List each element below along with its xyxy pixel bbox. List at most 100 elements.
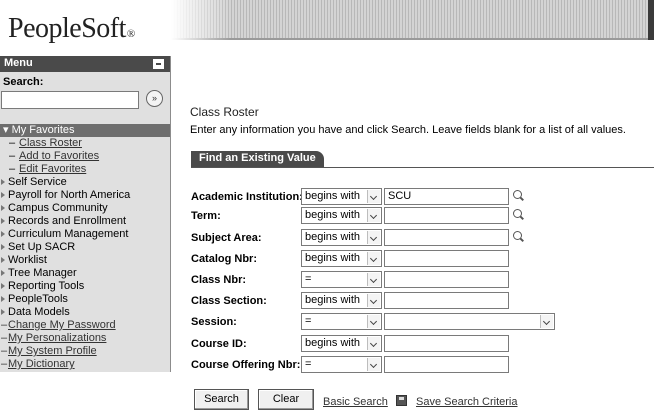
triangle-right-icon	[1, 257, 5, 263]
tab-underline	[191, 167, 654, 168]
field-label: Academic Institution:	[191, 191, 303, 203]
field-label: Session:	[191, 316, 237, 328]
menu-link-item: My System Profile	[0, 345, 170, 358]
triangle-right-icon	[1, 296, 5, 302]
menu-folder-item[interactable]: Data Models	[0, 306, 170, 319]
menu-folder-label: Tree Manager	[8, 267, 77, 279]
chevron-down-icon[interactable]	[367, 252, 380, 265]
menu-folder-label: Reporting Tools	[8, 280, 85, 292]
header-banner	[171, 0, 654, 40]
menu-folder-label: Payroll for North America	[8, 189, 131, 201]
favorite-link[interactable]: Class Roster	[19, 137, 82, 149]
operator-select[interactable]: begins with	[301, 229, 382, 246]
chevron-down-icon[interactable]	[367, 273, 380, 286]
criteria-input[interactable]	[384, 356, 509, 373]
operator-value: begins with	[305, 337, 361, 349]
field-label: Course ID:	[191, 338, 247, 350]
menu-folder-item[interactable]: Curriculum Management	[0, 228, 170, 241]
operator-select[interactable]: begins with	[301, 250, 382, 267]
field-label: Term:	[191, 210, 221, 222]
operator-select[interactable]: begins with	[301, 335, 382, 352]
chevron-down-icon[interactable]	[540, 315, 553, 328]
criteria-input[interactable]	[384, 335, 509, 352]
my-favorites-header[interactable]: ▾ My Favorites	[0, 124, 170, 137]
chevron-down-icon[interactable]	[367, 337, 380, 350]
magnifier-icon[interactable]	[513, 209, 525, 221]
triangle-right-icon	[1, 192, 5, 198]
menu-folder-item[interactable]: Campus Community	[0, 202, 170, 215]
operator-select[interactable]: =	[301, 271, 382, 288]
magnifier-icon[interactable]	[513, 190, 525, 202]
tab-find-existing-value[interactable]: Find an Existing Value	[191, 151, 324, 167]
menu-search-input[interactable]	[1, 91, 139, 109]
menu-link-list: Change My PasswordMy PersonalizationsMy …	[0, 319, 170, 371]
criteria-input[interactable]: SCU	[384, 188, 509, 205]
favorite-item: Class Roster	[0, 137, 170, 150]
menu-sidebar: Menu Search: » ▾ My Favorites Class Rost…	[0, 56, 171, 372]
menu-folder-item[interactable]: PeopleTools	[0, 293, 170, 306]
criteria-input[interactable]	[384, 207, 509, 224]
menu-folder-item[interactable]: Self Service	[0, 176, 170, 189]
operator-select[interactable]: begins with	[301, 292, 382, 309]
search-button[interactable]: Search	[194, 389, 249, 410]
menu-folder-label: PeopleTools	[8, 293, 68, 305]
triangle-right-icon	[1, 309, 5, 315]
criteria-input[interactable]	[384, 292, 509, 309]
page-instructions: Enter any information you have and click…	[190, 124, 626, 136]
header-edge	[648, 0, 654, 40]
operator-select[interactable]: begins with	[301, 188, 382, 205]
menu-folder-item[interactable]: Set Up SACR	[0, 241, 170, 254]
menu-link-item: My Personalizations	[0, 332, 170, 345]
chevron-down-icon[interactable]	[367, 190, 380, 203]
favorite-item: Edit Favorites	[0, 163, 170, 176]
field-label: Class Section:	[191, 295, 267, 307]
triangle-right-icon	[1, 270, 5, 276]
menu-title: Menu	[4, 57, 33, 69]
chevron-down-icon[interactable]	[367, 294, 380, 307]
chevron-down-icon[interactable]	[367, 358, 380, 371]
page-title: Class Roster	[190, 105, 259, 119]
menu-link[interactable]: My Dictionary	[8, 358, 75, 370]
favorites-list: Class RosterAdd to FavoritesEdit Favorit…	[0, 137, 170, 176]
triangle-right-icon	[1, 283, 5, 289]
menu-folder-label: Data Models	[8, 306, 70, 318]
menu-folder-label: Records and Enrollment	[8, 215, 127, 227]
double-chevron-right-icon[interactable]: »	[146, 90, 163, 107]
session-select[interactable]	[384, 313, 555, 330]
field-label: Catalog Nbr:	[191, 253, 257, 265]
logo-area: PeopleSoft®	[0, 0, 170, 56]
operator-select[interactable]: begins with	[301, 207, 382, 224]
chevron-down-icon[interactable]	[367, 231, 380, 244]
menu-folder-item[interactable]: Worklist	[0, 254, 170, 267]
basic-search-link[interactable]: Basic Search	[323, 396, 388, 408]
menu-folder-label: Campus Community	[8, 202, 108, 214]
menu-folder-item[interactable]: Records and Enrollment	[0, 215, 170, 228]
operator-select[interactable]: =	[301, 313, 382, 330]
menu-link[interactable]: Change My Password	[8, 319, 116, 331]
chevron-down-icon[interactable]	[367, 209, 380, 222]
chevron-down-icon[interactable]	[367, 315, 380, 328]
operator-value: begins with	[305, 209, 361, 221]
criteria-input[interactable]	[384, 250, 509, 267]
favorite-link[interactable]: Edit Favorites	[19, 163, 86, 175]
magnifier-icon[interactable]	[513, 231, 525, 243]
operator-select[interactable]: =	[301, 356, 382, 373]
collapse-menu-icon[interactable]	[153, 59, 164, 69]
menu-link-item: My Dictionary	[0, 358, 170, 371]
menu-search-row: »	[0, 90, 170, 114]
menu-folder-item[interactable]: Payroll for North America	[0, 189, 170, 202]
criteria-input[interactable]	[384, 271, 509, 288]
triangle-right-icon	[1, 218, 5, 224]
favorite-link[interactable]: Add to Favorites	[19, 150, 99, 162]
menu-folder-item[interactable]: Reporting Tools	[0, 280, 170, 293]
favorite-item: Add to Favorites	[0, 150, 170, 163]
menu-folder-item[interactable]: Tree Manager	[0, 267, 170, 280]
menu-link-item: Change My Password	[0, 319, 170, 332]
menu-link[interactable]: My Personalizations	[8, 332, 106, 344]
menu-folder-label: Curriculum Management	[8, 228, 129, 240]
save-search-criteria-link[interactable]: Save Search Criteria	[416, 396, 518, 408]
menu-link[interactable]: My System Profile	[8, 345, 97, 357]
clear-button[interactable]: Clear	[258, 389, 314, 410]
criteria-input[interactable]	[384, 229, 509, 246]
menu-nav-list: Self Service Payroll for North America Cam…	[0, 176, 170, 319]
